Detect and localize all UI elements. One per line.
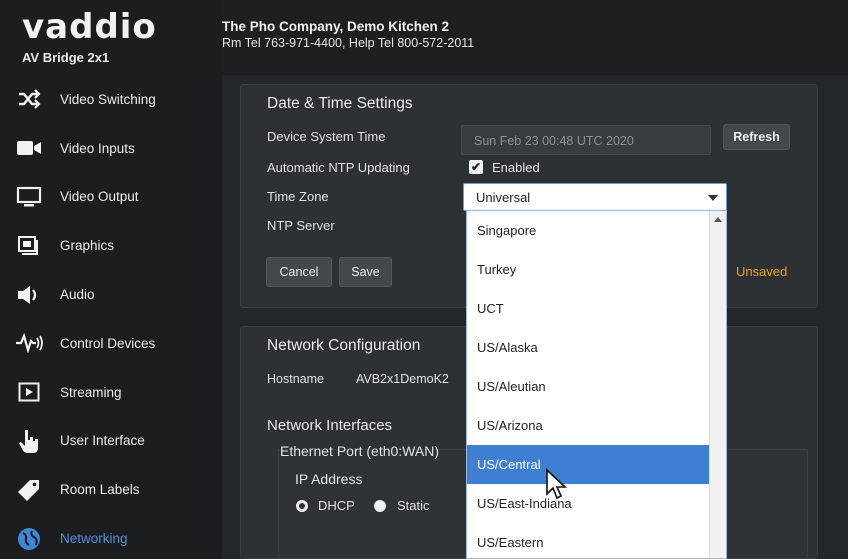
sidebar-item-label: Audio <box>60 287 95 303</box>
dropdown-option[interactable]: US/Alaska <box>467 328 710 367</box>
shuffle-icon <box>14 86 44 112</box>
sidebar-item-user-interface[interactable]: User Interface <box>0 417 222 466</box>
play-icon <box>14 379 44 405</box>
refresh-button[interactable]: Refresh <box>723 124 790 150</box>
save-button[interactable]: Save <box>339 257 392 287</box>
ip-address-label: IP Address <box>295 471 363 487</box>
hand-pointer-icon <box>14 428 44 454</box>
dropdown-option-highlighted[interactable]: US/Central <box>467 445 710 484</box>
control-devices-icon <box>14 330 44 356</box>
monitor-icon <box>14 184 44 210</box>
sidebar-item-label: Graphics <box>60 238 115 254</box>
dhcp-radio[interactable] <box>296 500 308 512</box>
ntp-enabled-label: Enabled <box>492 160 540 175</box>
sidebar-item-audio[interactable]: Audio <box>0 270 222 319</box>
sidebar-item-label: Video Inputs <box>60 140 135 156</box>
scroll-up-icon[interactable] <box>714 217 722 222</box>
sidebar-item-room-labels[interactable]: Room Labels <box>0 465 222 514</box>
sidebar-item-streaming[interactable]: Streaming <box>0 368 222 417</box>
dropdown-option[interactable]: Singapore <box>467 211 710 250</box>
sidebar-item-label: Control Devices <box>60 335 156 351</box>
sidebar-item-video-output[interactable]: Video Output <box>0 173 222 222</box>
dropdown-option[interactable]: US/Eastern <box>467 523 710 558</box>
sidebar-item-label: Video Switching <box>60 91 156 107</box>
network-title: Network Configuration <box>267 337 421 354</box>
dropdown-option[interactable]: Turkey <box>467 250 710 289</box>
dhcp-label: DHCP <box>318 498 355 513</box>
ntp-server-label: NTP Server <box>267 218 335 233</box>
sidebar-item-networking[interactable]: Networking <box>0 514 222 559</box>
cancel-button[interactable]: Cancel <box>266 257 332 287</box>
sidebar: vaddio AV Bridge 2x1 Video Switching Vid… <box>0 0 222 559</box>
network-interfaces-label: Network Interfaces <box>267 417 393 434</box>
sidebar-item-video-inputs[interactable]: Video Inputs <box>0 124 222 173</box>
mouse-cursor-icon <box>546 468 568 500</box>
time-zone-value: Universal <box>476 190 531 205</box>
dropdown-option[interactable]: US/East-Indiana <box>467 484 710 523</box>
ethernet-port-label: Ethernet Port (eth0:WAN) <box>280 443 439 459</box>
sidebar-item-label: Networking <box>60 531 128 547</box>
sidebar-item-label: Video Output <box>60 189 139 205</box>
dropdown-option[interactable]: US/Aleutian <box>467 367 710 406</box>
time-zone-select[interactable]: Universal <box>463 183 727 211</box>
static-label: Static <box>397 498 430 513</box>
static-radio[interactable] <box>374 500 386 512</box>
hostname-value[interactable]: AVB2x1DemoK2 <box>356 372 449 386</box>
sidebar-item-video-switching[interactable]: Video Switching <box>0 75 222 124</box>
product-name: AV Bridge 2x1 <box>22 50 110 65</box>
sidebar-nav: Video Switching Video Inputs Video Outpu… <box>0 75 222 559</box>
camera-icon <box>14 135 44 161</box>
tag-icon <box>14 477 44 503</box>
dropdown-scrollbar[interactable] <box>709 211 726 558</box>
contact-info: Rm Tel 763-971-4400, Help Tel 800-572-20… <box>222 36 475 50</box>
chevron-down-icon <box>708 195 718 201</box>
sidebar-item-label: Streaming <box>60 384 122 400</box>
ntp-enabled-checkbox[interactable]: ✔ <box>469 160 483 174</box>
header: The Pho Company, Demo Kitchen 2 Rm Tel 7… <box>222 0 848 75</box>
globe-icon <box>14 526 44 552</box>
device-time-label: Device System Time <box>267 129 386 144</box>
sidebar-item-graphics[interactable]: Graphics <box>0 221 222 270</box>
sidebar-item-label: User Interface <box>60 433 145 449</box>
vaddio-logo: vaddio <box>22 7 157 47</box>
hostname-label: Hostname <box>267 372 324 386</box>
time-zone-dropdown[interactable]: Singapore Turkey UCT US/Alaska US/Aleuti… <box>466 210 727 559</box>
company-name: The Pho Company, Demo Kitchen 2 <box>222 19 450 34</box>
date-time-title: Date & Time Settings <box>267 95 413 112</box>
sidebar-item-label: Room Labels <box>60 482 140 498</box>
ntp-updating-label: Automatic NTP Updating <box>267 160 410 175</box>
device-time-field: Sun Feb 23 00:48 UTC 2020 <box>461 125 711 155</box>
dropdown-option[interactable]: UCT <box>467 289 710 328</box>
unsaved-status: Unsaved <box>736 264 788 279</box>
graphics-icon <box>14 233 44 259</box>
time-zone-label: Time Zone <box>267 189 329 204</box>
speaker-icon <box>14 282 44 308</box>
dropdown-option[interactable]: US/Arizona <box>467 406 710 445</box>
sidebar-item-control-devices[interactable]: Control Devices <box>0 319 222 368</box>
brand: vaddio AV Bridge 2x1 <box>0 0 222 75</box>
